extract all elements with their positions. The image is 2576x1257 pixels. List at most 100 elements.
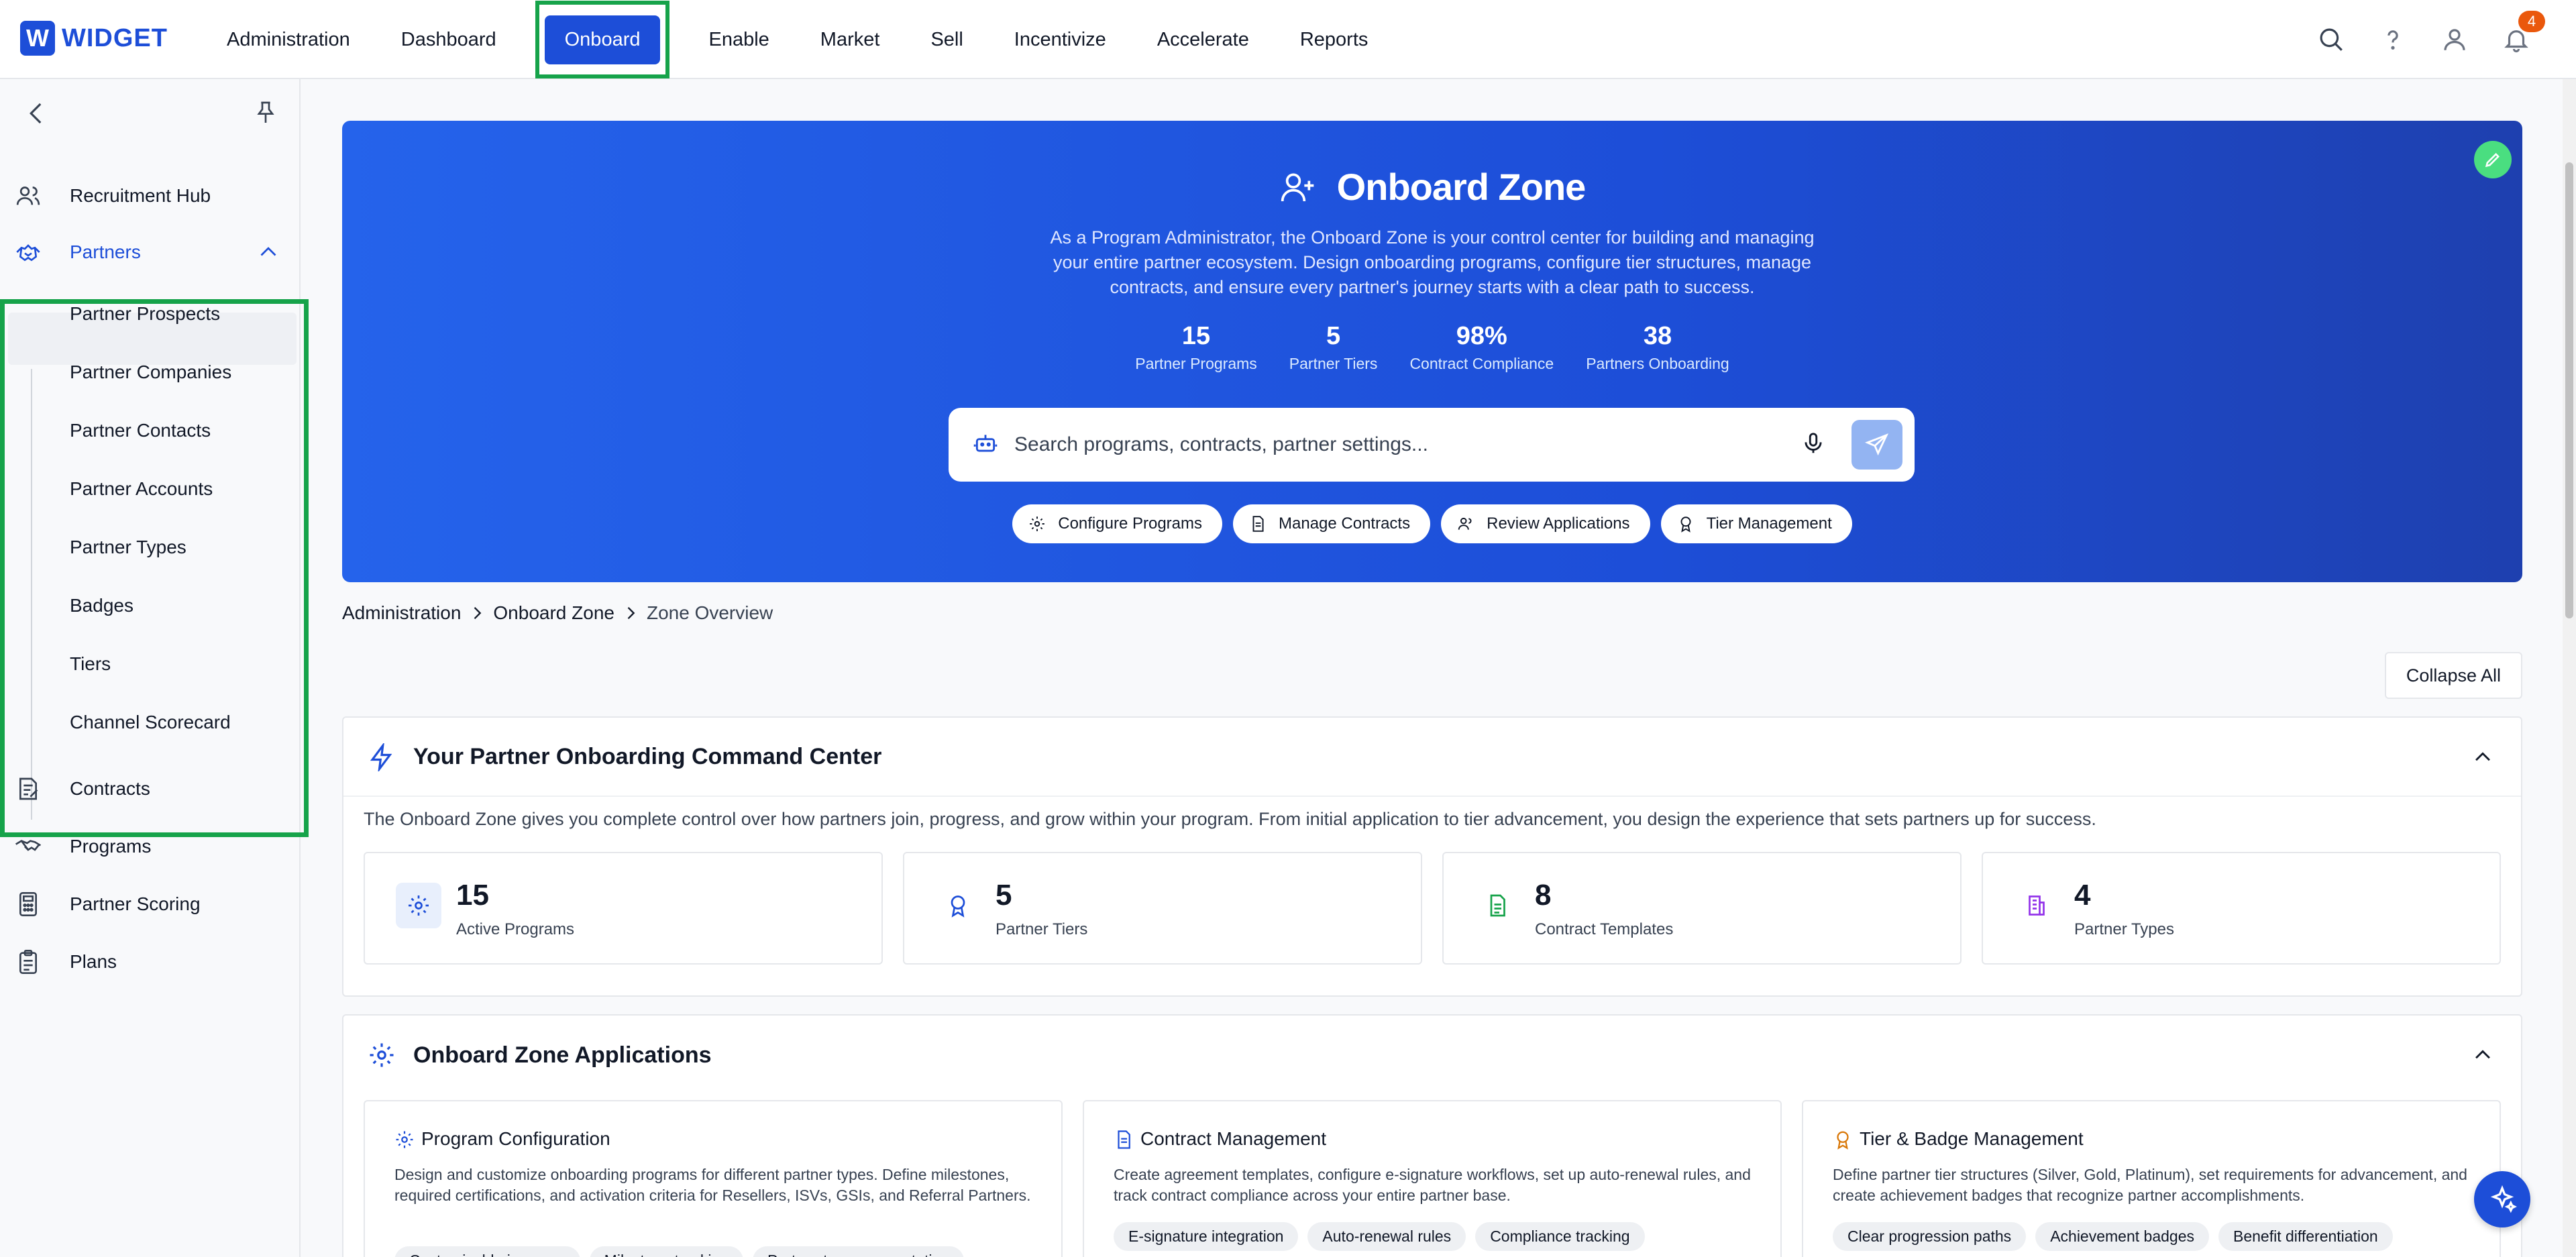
award-icon (1680, 516, 1691, 533)
gear-icon (368, 1041, 396, 1073)
sidebar-subitem-partner-contacts[interactable]: Partner Contacts (70, 420, 211, 441)
hero-search-input[interactable] (1014, 433, 1766, 456)
user-icon[interactable] (2435, 20, 2474, 59)
search-icon[interactable] (2312, 20, 2351, 59)
send-icon (1864, 433, 1889, 456)
tag: Milestone tracking (589, 1246, 744, 1257)
nav-market[interactable]: Market (795, 0, 906, 79)
breadcrumb-item[interactable]: Administration (342, 602, 461, 624)
nav-onboard[interactable]: Onboard (544, 15, 661, 64)
logo-mark: W (20, 21, 55, 56)
tag: Compliance tracking (1475, 1222, 1645, 1251)
applications-header[interactable]: Onboard Zone Applications (343, 1016, 2521, 1095)
nav-administration[interactable]: Administration (201, 0, 376, 79)
metric-card-partner-tiers[interactable]: 5 Partner Tiers (903, 852, 1422, 965)
nav-accelerate[interactable]: Accelerate (1132, 0, 1275, 79)
metric-label: Active Programs (456, 920, 575, 938)
stat-label: Partner Tiers (1289, 355, 1378, 372)
stat-partner-programs: 15 Partner Programs (1135, 322, 1257, 373)
collapse-all-button[interactable]: Collapse All (2384, 652, 2522, 699)
sidebar-item-partners[interactable]: Partners (0, 228, 301, 276)
nav-reports[interactable]: Reports (1275, 0, 1394, 79)
app-card-contract-management[interactable]: Contract Management Create agreement tem… (1083, 1100, 1782, 1257)
sidebar-item-plans[interactable]: Plans (0, 938, 301, 986)
app-card-program-configuration[interactable]: Program Configuration Design and customi… (364, 1100, 1063, 1257)
hero-banner: Onboard Zone As a Program Administrator,… (342, 121, 2522, 582)
chevron-up-icon[interactable] (256, 240, 280, 269)
command-center-panel: Your Partner Onboarding Command Center T… (342, 716, 2522, 997)
chevron-up-icon[interactable] (2471, 746, 2494, 772)
sidebar-subitem-partner-prospects[interactable]: Partner Prospects (70, 303, 220, 325)
metric-card-active-programs[interactable]: 15 Active Programs (364, 852, 883, 965)
handshake-icon (15, 833, 42, 860)
sidebar-subitem-tiers[interactable]: Tiers (70, 653, 111, 675)
application-cards: Program Configuration Design and customi… (364, 1100, 2501, 1257)
nav-onboard-highlight: Onboard (535, 1, 670, 78)
chevron-up-icon[interactable] (2471, 1044, 2494, 1070)
nav-sell[interactable]: Sell (905, 0, 988, 79)
send-button[interactable] (1851, 420, 1902, 470)
sidebar-subitem-partner-companies[interactable]: Partner Companies (70, 362, 231, 383)
tag: Customizable journeys (394, 1246, 580, 1257)
nav-incentivize[interactable]: Incentivize (989, 0, 1132, 79)
sidebar-subitem-partner-types[interactable]: Partner Types (70, 537, 186, 558)
bell-icon[interactable]: 4 (2497, 11, 2545, 59)
gear-icon (394, 1130, 415, 1153)
scrollbar-thumb[interactable] (2565, 162, 2573, 618)
sidebar-item-label: Partner Scoring (70, 893, 201, 914)
stat-partner-tiers: 5 Partner Tiers (1289, 322, 1378, 373)
command-center-header[interactable]: Your Partner Onboarding Command Center (343, 718, 2521, 797)
chevron-left-icon[interactable] (23, 99, 51, 131)
calculator-icon (15, 891, 42, 918)
app-card-tier-badge-management[interactable]: Tier & Badge Management Define partner t… (1802, 1100, 2501, 1257)
chip-manage-contracts[interactable]: Manage Contracts (1233, 504, 1431, 543)
document-icon (1252, 516, 1264, 532)
metric-card-partner-types[interactable]: 4 Partner Types (1982, 852, 2501, 965)
sidebar-item-label: Recruitment Hub (70, 185, 211, 206)
nav-enable[interactable]: Enable (683, 0, 794, 79)
stat-value: 5 (1326, 322, 1341, 350)
app-card-tags: Clear progression paths Achievement badg… (1833, 1222, 2393, 1251)
metric-card-contract-templates[interactable]: 8 Contract Templates (1442, 852, 1962, 965)
handshake-icon (15, 239, 42, 266)
stat-label: Partners Onboarding (1586, 355, 1729, 372)
sidebar-item-recruitment-hub[interactable]: Recruitment Hub (0, 172, 301, 220)
panel-description: The Onboard Zone gives you complete cont… (364, 809, 2096, 829)
panel-title: Onboard Zone Applications (413, 1042, 712, 1068)
document-icon (1474, 883, 1520, 928)
nav-onboard-wrapper: Onboard (522, 0, 684, 79)
main-content: Onboard Zone As a Program Administrator,… (302, 79, 2563, 1257)
metric-value: 5 (996, 879, 1012, 912)
clipboard-icon (15, 948, 42, 975)
microphone-icon[interactable] (1801, 431, 1826, 459)
lightning-icon (368, 741, 396, 775)
metric-label: Contract Templates (1535, 920, 1674, 938)
sidebar-item-programs[interactable]: Programs (0, 822, 301, 871)
applications-panel: Onboard Zone Applications Program Config… (342, 1014, 2522, 1257)
chip-configure-programs[interactable]: Configure Programs (1012, 504, 1222, 543)
brand-logo[interactable]: W WIDGET (20, 21, 168, 56)
top-icons: 4 (2312, 11, 2545, 59)
sparkle-icon (2490, 1185, 2517, 1213)
sidebar-subitem-partner-accounts[interactable]: Partner Accounts (70, 478, 213, 500)
chip-label: Manage Contracts (1279, 514, 1411, 533)
breadcrumb-item[interactable]: Onboard Zone (493, 602, 614, 624)
help-icon[interactable] (2373, 20, 2412, 59)
panel-title: Your Partner Onboarding Command Center (413, 743, 882, 769)
quick-action-chips: Configure Programs Manage Contracts Revi… (342, 504, 2522, 543)
chip-review-applications[interactable]: Review Applications (1441, 504, 1650, 543)
nav-dashboard[interactable]: Dashboard (376, 0, 522, 79)
sidebar-subitem-channel-scorecard[interactable]: Channel Scorecard (70, 712, 231, 733)
sidebar-subitem-badges[interactable]: Badges (70, 595, 133, 616)
gear-icon (1030, 516, 1045, 531)
app-card-description: Define partner tier structures (Silver, … (1833, 1166, 2467, 1204)
pin-icon[interactable] (252, 99, 279, 129)
app-card-tags: Customizable journeys Milestone tracking… (394, 1246, 965, 1257)
ai-assistant-button[interactable] (2474, 1171, 2530, 1227)
sidebar-item-contracts[interactable]: Contracts (0, 765, 301, 813)
sidebar-item-partner-scoring[interactable]: Partner Scoring (0, 880, 301, 928)
chip-tier-management[interactable]: Tier Management (1660, 504, 1852, 543)
metric-label: Partner Types (2074, 920, 2174, 938)
page-scrollbar[interactable] (2563, 79, 2576, 1257)
app-card-description: Design and customize onboarding programs… (394, 1166, 1031, 1204)
